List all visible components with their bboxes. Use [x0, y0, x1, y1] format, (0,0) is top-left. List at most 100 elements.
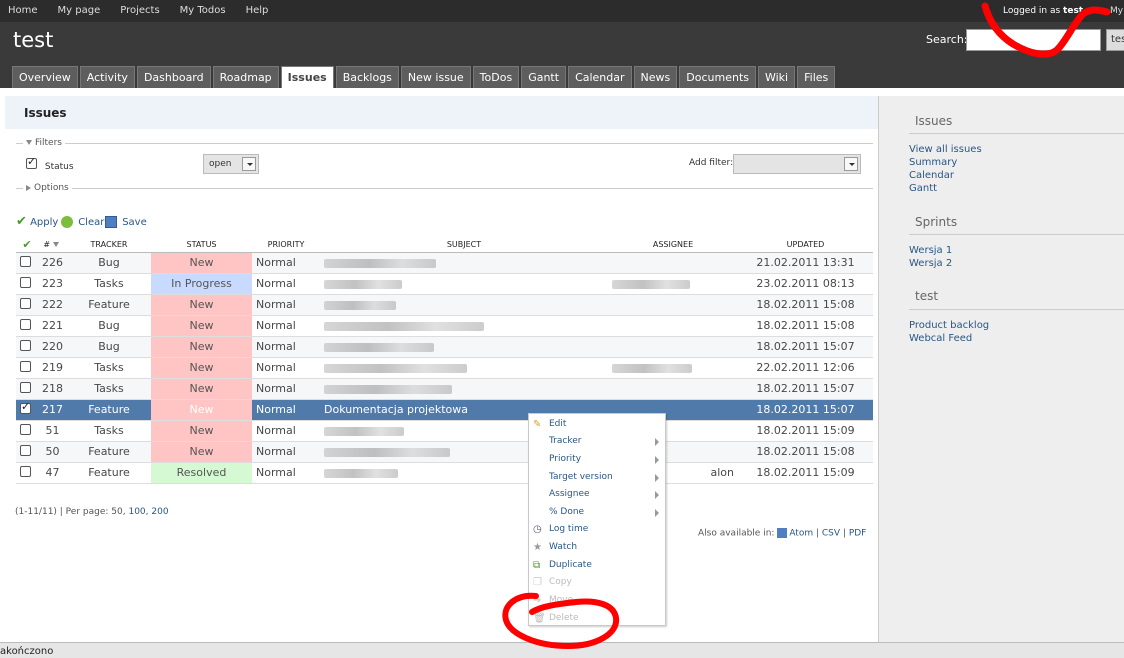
issue-id[interactable]: 217 [38, 399, 67, 421]
row-checkbox[interactable] [20, 318, 31, 330]
issue-id[interactable]: 47 [38, 462, 67, 484]
row-checkbox[interactable] [20, 465, 31, 477]
tab-todos[interactable]: ToDos [472, 66, 520, 88]
table-row[interactable]: 47 Feature Resolved Normal alon 18.02.20… [16, 462, 873, 484]
issue-subject[interactable] [320, 336, 608, 358]
apply-button[interactable]: ✔ Apply [16, 214, 58, 229]
issue-id[interactable]: 222 [38, 294, 67, 316]
tab-calendar[interactable]: Calendar [568, 66, 632, 88]
issue-id[interactable]: 223 [38, 273, 67, 295]
row-checkbox[interactable] [20, 444, 31, 456]
context-menu-duplicate[interactable]: Duplicate [549, 560, 592, 570]
per-page-100[interactable]: 100 [128, 507, 145, 517]
tab-news[interactable]: News [633, 66, 678, 88]
context-menu-target-version[interactable]: Target version [549, 472, 613, 482]
logged-in-user[interactable]: test [1063, 6, 1083, 16]
table-row[interactable]: 51 Tasks New Normal 18.02.2011 15:09 [16, 420, 873, 442]
column-header-id[interactable]: # [38, 238, 67, 253]
issue-subject[interactable] [320, 252, 608, 274]
csv-link[interactable]: CSV [822, 529, 840, 539]
issue-id[interactable]: 226 [38, 252, 67, 274]
issue-id[interactable]: 221 [38, 315, 67, 337]
add-filter-select[interactable] [733, 154, 861, 174]
tab-backlogs[interactable]: Backlogs [335, 66, 399, 88]
table-row[interactable]: 50 Feature New Normal 18.02.2011 15:08 [16, 441, 873, 463]
issue-id[interactable]: 50 [38, 441, 67, 463]
row-checkbox[interactable] [20, 255, 31, 267]
column-header-subject[interactable]: SUBJECT [320, 238, 608, 253]
status-filter-checkbox[interactable] [26, 155, 37, 169]
tab-new-issue[interactable]: New issue [400, 66, 471, 88]
row-checkbox-cell[interactable] [16, 399, 38, 421]
tab-issues[interactable]: Issues [280, 66, 334, 88]
options-legend[interactable]: Options [23, 183, 72, 193]
context-menu-tracker[interactable]: Tracker [549, 436, 581, 446]
column-header-tracker[interactable]: TRACKER [67, 238, 151, 253]
sidebar-link-calendar[interactable]: Calendar [909, 170, 954, 181]
issue-id[interactable]: 219 [38, 357, 67, 379]
row-checkbox-cell[interactable] [16, 336, 38, 358]
row-checkbox[interactable] [20, 276, 31, 288]
row-checkbox-cell[interactable] [16, 273, 38, 295]
top-link-my-todos[interactable]: My Todos [180, 5, 226, 16]
context-menu-priority[interactable]: Priority [549, 454, 581, 464]
context-menu-watch[interactable]: Watch [549, 542, 577, 552]
table-row[interactable]: 226 Bug New Normal 21.02.2011 13:31 [16, 252, 873, 274]
issue-id[interactable]: 218 [38, 378, 67, 400]
pdf-link[interactable]: PDF [849, 529, 867, 539]
tab-activity[interactable]: Activity [79, 66, 135, 88]
issue-subject[interactable] [320, 378, 608, 400]
table-row[interactable]: 222 Feature New Normal 18.02.2011 15:08 [16, 294, 873, 316]
tab-overview[interactable]: Overview [12, 66, 78, 88]
column-header-status[interactable]: STATUS [151, 238, 252, 253]
row-checkbox-cell[interactable] [16, 294, 38, 316]
top-link-projects[interactable]: Projects [120, 5, 159, 16]
sidebar-link-view-all-issues[interactable]: View all issues [909, 144, 982, 155]
table-row[interactable]: 223 Tasks In Progress Normal 23.02.2011 … [16, 273, 873, 295]
row-checkbox[interactable] [20, 360, 31, 372]
sidebar-link-webcal-feed[interactable]: Webcal Feed [909, 333, 972, 344]
sidebar-link-product-backlog[interactable]: Product backlog [909, 320, 989, 331]
clear-button[interactable]: Clear [61, 216, 104, 228]
issue-subject[interactable] [320, 273, 608, 295]
row-checkbox-cell[interactable] [16, 441, 38, 463]
top-link-home[interactable]: Home [8, 5, 38, 16]
row-checkbox-cell[interactable] [16, 420, 38, 442]
issue-id[interactable]: 51 [38, 420, 67, 442]
sidebar-link-gantt[interactable]: Gantt [909, 183, 937, 194]
save-button[interactable]: Save [105, 216, 147, 228]
sidebar-link-wersja-2[interactable]: Wersja 2 [909, 258, 952, 269]
row-checkbox[interactable] [20, 339, 31, 351]
row-checkbox[interactable] [20, 423, 31, 435]
row-checkbox[interactable] [20, 297, 31, 309]
atom-link[interactable]: Atom [789, 529, 813, 539]
issue-subject[interactable] [320, 357, 608, 379]
top-link-my-account[interactable]: My [1110, 6, 1123, 16]
column-header-assignee[interactable]: ASSIGNEE [608, 238, 738, 253]
context-menu-log-time[interactable]: Log time [549, 524, 588, 534]
table-row[interactable]: 218 Tasks New Normal 18.02.2011 15:07 [16, 378, 873, 400]
row-checkbox-cell[interactable] [16, 378, 38, 400]
tab-wiki[interactable]: Wiki [757, 66, 796, 88]
context-menu-done-ratio[interactable]: % Done [549, 507, 584, 517]
table-row[interactable]: 221 Bug New Normal 18.02.2011 15:08 [16, 315, 873, 337]
row-checkbox-cell[interactable] [16, 315, 38, 337]
tab-files[interactable]: Files [797, 66, 836, 88]
top-link-help[interactable]: Help [246, 5, 269, 16]
per-page-200[interactable]: 200 [151, 507, 168, 517]
tab-gantt[interactable]: Gantt [521, 66, 567, 88]
row-checkbox-cell[interactable] [16, 462, 38, 484]
context-menu-edit[interactable]: Edit [549, 419, 566, 429]
tab-roadmap[interactable]: Roadmap [212, 66, 279, 88]
context-menu-assignee[interactable]: Assignee [549, 489, 590, 499]
table-row[interactable]: 220 Bug New Normal 18.02.2011 15:07 [16, 336, 873, 358]
sidebar-link-summary[interactable]: Summary [909, 157, 957, 168]
issue-id[interactable]: 220 [38, 336, 67, 358]
row-checkbox-cell[interactable] [16, 252, 38, 274]
select-all-header[interactable]: ✔ [16, 238, 38, 253]
search-stub[interactable]: tes [1106, 29, 1124, 51]
filters-legend[interactable]: Filters [23, 138, 65, 148]
table-row[interactable]: 219 Tasks New Normal 22.02.2011 12:06 [16, 357, 873, 379]
column-header-updated[interactable]: UPDATED [738, 238, 873, 253]
column-header-priority[interactable]: PRIORITY [252, 238, 320, 253]
